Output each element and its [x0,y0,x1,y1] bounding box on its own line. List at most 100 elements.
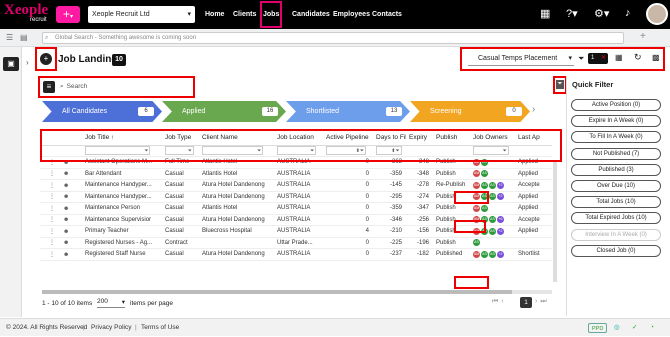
table-row[interactable]: ⋮ ☻ Maintenance Handyper... Casual Atura Hot… [40,179,552,192]
candidates-icon[interactable]: ☻ [63,252,69,258]
active-filter-chip[interactable]: 1 ✕ [588,53,608,64]
sync-icon[interactable]: ◎ [614,319,620,337]
horizontal-scrollbar[interactable] [42,290,552,294]
check-icon[interactable]: ✓ [632,319,637,337]
next-page-icons[interactable]: ›⏭ [535,298,550,306]
privacy-link[interactable]: Privacy Policy [91,319,131,337]
list-icon[interactable]: ☰ [6,33,13,42]
job-title-cell[interactable]: Registered Staff Nurse [82,248,162,261]
row-actions-cell: ⋮ ☻ [40,225,82,238]
table-row[interactable]: ⋮ ☻ Maintenance Person Casual Atlantis Hotel… [40,202,552,215]
nav-jobs[interactable]: Jobs [259,0,283,29]
more-options-icon[interactable]: ⋮ [49,206,55,212]
refresh-icon[interactable]: ↻ [634,52,642,63]
settings-icon[interactable]: ⚙▾ [594,7,609,20]
candidates-icon[interactable]: ☻ [63,217,69,223]
job-owners-cell: AM AS [470,168,515,180]
quick-filter-button[interactable]: Not Published (7) [571,147,661,160]
stage-applied[interactable]: Applied 16 [162,101,286,122]
stage-all-candidates[interactable]: All Candidates 6 [42,101,162,122]
job-title-cell[interactable]: Registered Nurses - Ag... [82,237,162,249]
nav-candidates[interactable]: Candidates [292,0,330,29]
chevron-right-icon[interactable]: › [26,58,29,67]
job-title-cell[interactable]: Bar Attendant [82,168,162,180]
terms-link[interactable]: Terms of Use [141,319,179,337]
job-type-cell: Casual [162,179,199,192]
add-job-button[interactable]: + [40,53,52,65]
more-options-icon[interactable]: ⋮ [49,240,55,246]
table-row[interactable]: ⋮ ☻ Bar Attendant Casual Atlantis Hotel AUSTR… [40,168,552,180]
close-icon[interactable]: ✕ [601,53,606,64]
owner-avatar: AS [489,181,496,189]
quick-filter-button[interactable]: Active Position (0) [571,99,661,111]
more-options-icon[interactable]: ⋮ [49,194,55,200]
stage-screening[interactable]: Screening 0 [410,101,530,122]
quick-filter-button[interactable]: To Fill In A Week (0) [571,131,661,144]
quick-filter-button[interactable]: Over Due (10) [571,180,661,192]
logo-subtitle: recruit [30,17,47,23]
tiles-icon[interactable]: ▩ [652,53,660,62]
candidates-icon[interactable]: ☻ [63,194,69,200]
candidates-icon[interactable]: ☻ [63,183,69,189]
stage-count: 16 [262,107,278,116]
publish-cell[interactable]: Publish [433,202,470,215]
publish-cell[interactable]: Re-Publish [433,179,470,192]
job-title-cell[interactable]: Maintenance Person [82,202,162,215]
hamburger-filter-icon[interactable]: ≡ [43,81,55,93]
publish-highlight [454,220,486,233]
quick-filter-button[interactable]: Total Expired Jobs (10) [571,212,661,225]
add-tab-icon[interactable]: + [640,31,646,42]
global-search-input[interactable]: ⌕ Global Search - Something awesome is co… [42,32,624,44]
more-options-icon[interactable]: ⋮ [49,217,55,223]
quick-filter-button[interactable]: Closed Job (0) [571,244,661,257]
stage-shortlisted[interactable]: Shortlisted 13 [286,101,410,122]
job-type-cell: Casual [162,191,199,203]
vertical-scrollbar[interactable] [553,162,557,282]
columns-icon[interactable]: ▦ [615,53,623,62]
job-title-cell[interactable]: Primary Teacher [82,225,162,238]
candidates-icon[interactable]: ☻ [63,240,69,246]
publish-cell[interactable]: Publish [433,237,470,249]
bell-icon[interactable]: ♪ [625,7,631,19]
candidates-icon[interactable]: ☻ [63,206,69,212]
grid-icon[interactable]: ▤ [20,33,28,42]
job-location-cell: AUSTRALIA [274,248,323,261]
filter-icon[interactable]: ⏷ [578,54,584,64]
nav-home[interactable]: Home [205,0,224,29]
job-search-input[interactable]: ⌕ Search [60,82,190,92]
publish-cell[interactable]: Publish [433,168,470,180]
prev-page-icons[interactable]: ⏮‹ [492,298,507,306]
placement-select[interactable]: Casual Temps Placement ▾ [468,52,574,66]
nav-employees[interactable]: Employees [333,0,370,29]
publish-cell[interactable]: Published [433,248,470,261]
user-avatar[interactable] [646,3,668,25]
more-options-icon[interactable]: ⋮ [49,229,55,235]
per-page-select[interactable]: 200 ▾ [97,298,125,308]
more-options-icon[interactable]: ⋮ [49,252,55,258]
briefcase-icon[interactable]: ▣ [3,57,19,71]
more-options-icon[interactable]: ⋮ [49,183,55,189]
table-row[interactable]: ⋮ ☻ Registered Nurses - Ag... Contract Uttar… [40,237,552,249]
company-select[interactable]: Xeople Recruit Ltd ▾ [88,6,195,23]
more-options-icon[interactable]: ⋮ [49,171,55,177]
quick-filter-button[interactable]: Total Jobs (10) [571,196,661,209]
help-icon[interactable]: ?▾ [566,7,578,20]
chevron-right-icon[interactable]: › [532,104,535,115]
job-title-cell[interactable]: Maintenance Supervisior [82,214,162,226]
job-title-cell[interactable]: Maintenance Handyper... [82,179,162,192]
quick-filter-toggle[interactable]: ⏷ [556,80,564,89]
candidates-icon[interactable]: ☻ [63,171,69,177]
page-current[interactable]: 1 [520,297,532,308]
nav-contacts[interactable]: Contacts [372,0,402,29]
job-title-cell[interactable]: Maintenance Handyper... [82,191,162,203]
expiry-cell: -278 [406,179,433,192]
calendar-icon[interactable]: ▦ [540,7,550,20]
quick-filter-button[interactable]: Published (3) [571,163,661,176]
quick-add-button[interactable]: +▾ [56,6,80,23]
job-location-cell: AUSTRALIA [274,225,323,238]
quick-filter-button[interactable]: Expire In A Week (0) [571,115,661,128]
table-row[interactable]: ⋮ ☻ Registered Staff Nurse Casual Atura Hote… [40,248,552,261]
nav-clients[interactable]: Clients [233,0,256,29]
candidates-icon[interactable]: ☻ [63,229,69,235]
job-owners-cell: AM AS AS +2 [470,179,515,192]
